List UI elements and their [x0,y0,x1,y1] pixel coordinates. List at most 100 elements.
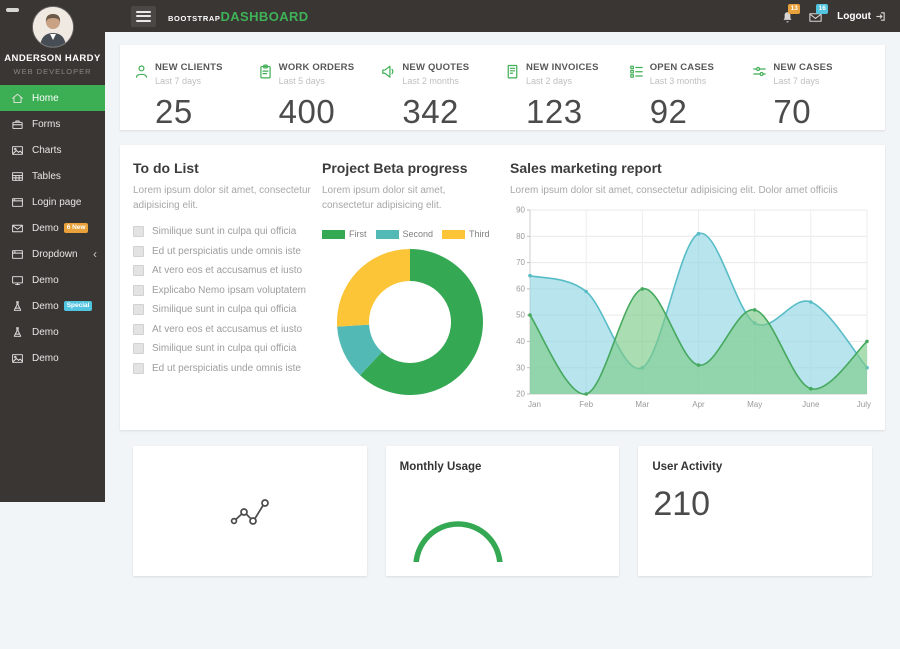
bottom-card-monthly-usage: Monthly Usage [386,446,620,576]
area-chart[interactable]: 2030405060708090JanFebMarAprMayJuneJuly [510,202,872,414]
stats-panel: NEW CLIENTSLast 7 days25WORK ORDERSLast … [120,45,885,130]
stat-value: 25 [155,93,257,131]
sidebar-item-charts-2[interactable]: Charts [0,137,105,163]
todo-checkbox[interactable] [133,246,144,257]
stat-label: WORK ORDERS [279,62,381,73]
stat-sublabel: Last 7 days [155,76,257,86]
table-icon [11,170,24,183]
data-point [528,313,532,317]
mail-icon [11,222,24,235]
megaphone-icon [380,63,397,80]
todo-item[interactable]: At vero eos et accusamus et iusto [133,324,311,335]
sidebar-item-demo-9[interactable]: Demo [0,319,105,345]
stat-sublabel: Last 7 days [773,76,875,86]
brand-name: DASHBOARD [220,9,308,24]
menu-toggle-button[interactable] [131,6,156,27]
todo-item[interactable]: Similique sunt in culpa qui officia [133,226,311,237]
browser-icon [11,196,24,209]
todo-checkbox[interactable] [133,304,144,315]
bottom-card-user-activity: User Activity210 [638,446,872,576]
sidebar-item-demo-10[interactable]: Demo [0,345,105,371]
display-icon [11,274,24,287]
todo-item[interactable]: At vero eos et accusamus et iusto [133,265,311,276]
todo-checkbox[interactable] [133,265,144,276]
todo-checkbox[interactable] [133,226,144,237]
sidebar-item-forms-1[interactable]: Forms [0,111,105,137]
image-icon [11,144,24,157]
image-icon [11,144,24,157]
todo-checkbox[interactable] [133,343,144,354]
x-tick-label: May [747,400,762,409]
brand-logo[interactable]: BOOTSTRAP DASHBOARD [168,9,309,24]
stat-value: 70 [773,93,875,131]
sidebar-item-demo-5[interactable]: Demo 6 New [0,215,105,241]
stat-value: 92 [650,93,752,131]
y-tick-label: 60 [516,285,525,294]
bottom-card-chart [133,446,367,576]
data-point [809,387,813,391]
browser-icon [11,196,24,209]
stat-new-quotes: NEW QUOTESLast 2 months342 [380,62,504,130]
hamburger-line [136,20,151,22]
sidebar-item-login-page-4[interactable]: Login page [0,189,105,215]
hamburger-line [136,15,151,17]
sidebar-item-label: Demo [32,275,59,286]
todo-checkbox[interactable] [133,324,144,335]
sidebar-badge: 6 New [64,223,89,234]
sliders-icon [751,63,768,80]
image-icon [11,352,24,365]
todo-item[interactable]: Ed ut perspiciatis unde omnis iste [133,363,311,374]
x-tick-label: July [857,400,871,409]
stat-value: 123 [526,93,628,131]
sidebar-item-demo-8[interactable]: DemoSpecial [0,293,105,319]
window-icon [11,248,24,261]
todo-item[interactable]: Ed ut perspiciatis unde omnis iste [133,246,311,257]
brand-prefix: BOOTSTRAP [168,14,220,23]
topbar-actions: 13 16 Logout [780,8,900,24]
sidebar-item-home-0[interactable]: Home [0,85,105,111]
todo-item[interactable]: Similique sunt in culpa qui officia [133,343,311,354]
stat-sublabel: Last 5 days [279,76,381,86]
sidebar-item-tables-3[interactable]: Tables [0,163,105,189]
todo-item[interactable]: Explicabo Nemo ipsam voluptatem [133,285,311,296]
sidebar-item-demo-7[interactable]: Demo [0,267,105,293]
sidebar-item-dropdown-6[interactable]: Dropdown‹ [0,241,105,267]
sliders-icon [751,63,768,80]
donut-legend: FirstSecondThird [322,229,498,239]
data-point [809,300,813,304]
data-point [697,363,701,367]
legend-swatch [442,230,465,239]
clipboard-icon [257,63,274,80]
avatar[interactable] [33,7,73,47]
y-tick-label: 50 [516,311,525,320]
stat-value: 400 [279,93,381,131]
checklist-icon [628,63,645,80]
logout-label: Logout [837,11,871,22]
alert-count-badge: 16 [816,4,828,14]
todo-title: To do List [133,160,311,176]
donut-title: Project Beta progress [322,160,498,176]
sidebar-badge: Special [64,301,93,312]
sidebar-item-label: Charts [32,145,61,156]
donut-slice-third[interactable] [337,249,410,327]
todo-item-label: Explicabo Nemo ipsam voluptatem [152,285,306,296]
legend-label: First [349,229,367,239]
x-tick-label: Jan [528,400,541,409]
flask-icon [11,326,24,339]
stat-new-clients: NEW CLIENTSLast 7 days25 [133,62,257,130]
todo-checkbox[interactable] [133,285,144,296]
mail-alert-button[interactable]: 16 [808,8,825,24]
todo-item[interactable]: Similique sunt in culpa qui officia [133,304,311,315]
data-point [641,287,645,291]
todo-item-label: Ed ut perspiciatis unde omnis iste [152,363,301,374]
flask-icon [11,326,24,339]
bell-alert-button[interactable]: 13 [780,8,797,24]
sidebar-item-label: Demo [32,223,59,234]
card-title: Monthly Usage [400,461,606,473]
donut-chart[interactable] [335,247,485,397]
stat-sublabel: Last 2 days [526,76,628,86]
usage-gauge-chart[interactable] [400,482,530,562]
todo-checkbox[interactable] [133,363,144,374]
logout-button[interactable]: Logout [837,11,886,22]
flask-icon [11,300,24,313]
